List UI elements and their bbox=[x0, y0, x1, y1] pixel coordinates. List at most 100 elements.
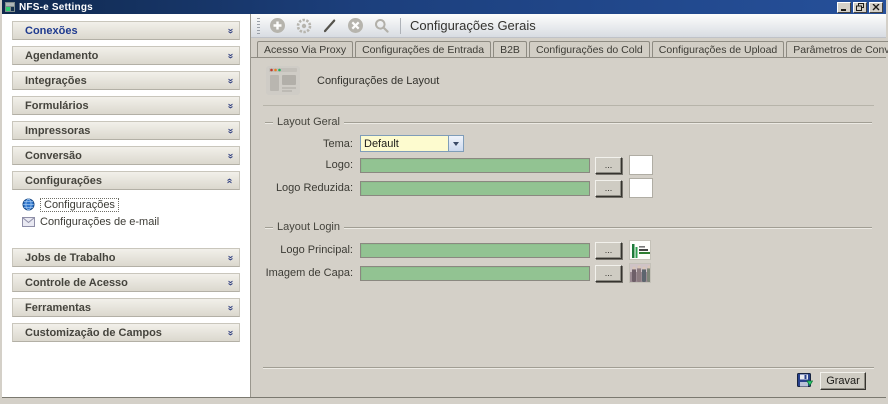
imagem-capa-thumbnail bbox=[629, 263, 651, 283]
sidebar-section-controle-de-acesso[interactable]: Controle de Acesso » bbox=[12, 273, 240, 292]
sidebar-section-conversao[interactable]: Conversão » bbox=[12, 146, 240, 165]
toolbar-separator bbox=[400, 18, 401, 34]
sidebar-section-customizacao-de-campos[interactable]: Customização de Campos » bbox=[12, 323, 240, 342]
tab-configuracoes-do-cold[interactable]: Configurações do Cold bbox=[529, 41, 650, 57]
content-header: Configurações de Layout bbox=[263, 58, 874, 106]
logo-principal-label: Logo Principal: bbox=[265, 244, 360, 256]
cancel-circle-icon bbox=[347, 17, 364, 34]
logo-input[interactable] bbox=[360, 158, 590, 173]
field-row-logo-principal: Logo Principal: ... bbox=[265, 240, 872, 260]
window-bottom-border bbox=[2, 397, 886, 404]
sidebar-section-ferramentas[interactable]: Ferramentas » bbox=[12, 298, 240, 317]
sidebar-section-integracoes[interactable]: Integrações » bbox=[12, 71, 240, 90]
save-button[interactable]: Gravar bbox=[820, 372, 866, 390]
close-button[interactable] bbox=[869, 2, 883, 13]
main-panel: Configurações Gerais Acesso Via Proxy Co… bbox=[251, 14, 886, 397]
cancel-button[interactable] bbox=[346, 16, 365, 35]
sidebar-item-configuracoes[interactable]: Configurações bbox=[14, 196, 240, 213]
add-circle-icon bbox=[269, 17, 286, 34]
minimize-icon bbox=[840, 4, 848, 11]
restore-icon bbox=[856, 3, 865, 11]
imagem-capa-label: Imagem de Capa: bbox=[265, 267, 360, 279]
page-title: Configurações Gerais bbox=[410, 18, 536, 33]
section-label: Agendamento bbox=[25, 50, 227, 62]
section-label: Ferramentas bbox=[25, 302, 227, 314]
tab-strip: Acesso Via Proxy Configurações de Entrad… bbox=[251, 38, 886, 58]
envelope-icon bbox=[22, 217, 35, 227]
imagem-capa-input[interactable] bbox=[360, 266, 590, 281]
search-icon bbox=[374, 18, 390, 34]
sidebar-section-conexoes[interactable]: Conexões » bbox=[12, 21, 240, 40]
section-label: Conversão bbox=[25, 150, 227, 162]
tab-label: Configurações do Cold bbox=[536, 44, 643, 56]
section-label: Conexões bbox=[25, 25, 227, 37]
group-layout-login: Layout Login Logo Principal: ... bbox=[265, 227, 872, 286]
field-row-tema: Tema: Default bbox=[265, 135, 872, 152]
sidebar-section-impressoras[interactable]: Impressoras » bbox=[12, 121, 240, 140]
logo-principal-thumbnail bbox=[629, 240, 651, 260]
tab-acesso-via-proxy[interactable]: Acesso Via Proxy bbox=[257, 41, 353, 57]
tema-selected-value: Default bbox=[361, 138, 448, 150]
close-icon bbox=[872, 4, 880, 11]
add-button[interactable] bbox=[268, 16, 287, 35]
sidebar-item-label: Configurações de e-mail bbox=[40, 216, 159, 228]
combo-dropdown-icon bbox=[448, 136, 463, 151]
logo-reduzida-input[interactable] bbox=[360, 181, 590, 196]
chevron-up-icon: » bbox=[225, 178, 235, 184]
group-title: Layout Login bbox=[273, 221, 344, 233]
tab-label: Parâmetros de Conversão bbox=[793, 44, 888, 56]
logo-browse-button[interactable]: ... bbox=[595, 157, 622, 174]
title-bar: NFS-e Settings bbox=[2, 0, 886, 14]
section-label: Customização de Campos bbox=[25, 327, 227, 339]
section-label: Formulários bbox=[25, 100, 227, 112]
settings-button[interactable] bbox=[294, 16, 313, 35]
chevron-down-icon: » bbox=[225, 28, 235, 34]
window-title: NFS-e Settings bbox=[19, 2, 835, 13]
sidebar: Conexões » Agendamento » Integrações » F… bbox=[2, 14, 251, 397]
section-label: Jobs de Trabalho bbox=[25, 252, 227, 264]
chevron-down-icon: » bbox=[225, 53, 235, 59]
sidebar-section-agendamento[interactable]: Agendamento » bbox=[12, 46, 240, 65]
restore-button[interactable] bbox=[853, 2, 867, 13]
logo-principal-browse-button[interactable]: ... bbox=[595, 242, 622, 259]
logo-principal-input[interactable] bbox=[360, 243, 590, 258]
pencil-icon bbox=[322, 18, 338, 34]
chevron-down-icon: » bbox=[225, 128, 235, 134]
field-row-logo-reduzida: Logo Reduzida: ... bbox=[265, 178, 872, 198]
sidebar-section-jobs-de-trabalho[interactable]: Jobs de Trabalho » bbox=[12, 248, 240, 267]
chevron-down-icon: » bbox=[225, 153, 235, 159]
tab-configuracoes-de-entrada[interactable]: Configurações de Entrada bbox=[355, 41, 491, 57]
minimize-button[interactable] bbox=[837, 2, 851, 13]
section-label: Impressoras bbox=[25, 125, 227, 137]
gear-icon bbox=[296, 18, 312, 34]
tab-configuracoes-de-upload[interactable]: Configurações de Upload bbox=[652, 41, 785, 57]
logo-reduzida-browse-button[interactable]: ... bbox=[595, 180, 622, 197]
tema-combobox[interactable]: Default bbox=[360, 135, 464, 152]
tab-label: Acesso Via Proxy bbox=[264, 44, 346, 56]
tab-label: Configurações de Upload bbox=[659, 44, 778, 56]
chevron-down-icon: » bbox=[225, 305, 235, 311]
sidebar-item-label: Configurações bbox=[40, 198, 119, 212]
chevron-down-icon: » bbox=[225, 330, 235, 336]
edit-button[interactable] bbox=[320, 16, 339, 35]
content-header-title: Configurações de Layout bbox=[317, 75, 439, 87]
chevron-down-icon: » bbox=[225, 255, 235, 261]
imagem-capa-browse-button[interactable]: ... bbox=[595, 265, 622, 282]
sidebar-section-formularios[interactable]: Formulários » bbox=[12, 96, 240, 115]
tab-label: B2B bbox=[500, 44, 520, 56]
tab-b2b[interactable]: B2B bbox=[493, 41, 527, 57]
field-row-imagem-de-capa: Imagem de Capa: ... bbox=[265, 263, 872, 283]
search-button[interactable] bbox=[372, 16, 391, 35]
field-row-logo: Logo: ... bbox=[265, 155, 872, 175]
app-window: NFS-e Settings Conexões » Agendamento bbox=[0, 0, 888, 404]
layout-window-icon bbox=[265, 65, 301, 96]
group-title: Layout Geral bbox=[273, 116, 344, 128]
tab-parametros-de-conversao[interactable]: Parâmetros de Conversão bbox=[786, 41, 888, 57]
toolbar-grip[interactable] bbox=[257, 18, 260, 34]
globe-icon bbox=[22, 198, 35, 211]
app-icon bbox=[5, 2, 15, 12]
sidebar-item-configuracoes-email[interactable]: Configurações de e-mail bbox=[14, 213, 240, 230]
sidebar-section-configuracoes[interactable]: Configurações » bbox=[12, 171, 240, 190]
footer-bar: Gravar bbox=[263, 367, 874, 397]
logo-reduzida-label: Logo Reduzida: bbox=[265, 182, 360, 194]
